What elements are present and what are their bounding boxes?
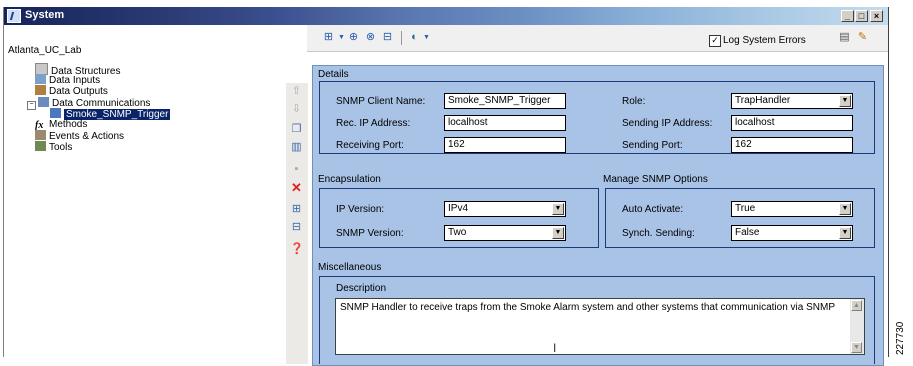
input-icon <box>35 74 46 84</box>
chevron-down-icon[interactable]: ▼ <box>839 95 851 107</box>
project-tree: Data Structures Data Inputs Data Outputs… <box>27 62 285 352</box>
close-button[interactable]: × <box>870 10 883 22</box>
system-window: System _ □ × Atlanta_UC_Lab ⊞ ▼ ⊕ ⊗ ⊟ ◐ … <box>3 7 889 366</box>
description-scrollbar[interactable]: ▲ ▼ <box>850 299 864 354</box>
tools-icon <box>35 141 46 151</box>
collapse-icon[interactable]: − <box>27 101 36 110</box>
toolbar: ⊞ ▼ ⊕ ⊗ ⊟ ◐ ▼ ✓ Log System Errors ▤ ✎ <box>307 25 888 52</box>
tree-item-data-outputs[interactable]: Data Outputs <box>35 85 108 97</box>
ip-version-dropdown[interactable]: IPv4 ▼ <box>444 201 566 217</box>
log-errors-checkbox[interactable]: ✓ <box>709 35 721 47</box>
scroll-down-icon[interactable]: ▼ <box>851 342 862 353</box>
description-label: Description <box>336 283 387 294</box>
rec-ip-label: Rec. IP Address: <box>336 118 411 129</box>
project-name: Atlanta_UC_Lab <box>8 45 82 56</box>
maximize-button[interactable]: □ <box>855 10 868 22</box>
rec-ip-field[interactable]: localhost <box>444 115 566 131</box>
network-icon <box>38 97 49 107</box>
recv-port-field[interactable]: 162 <box>444 137 566 153</box>
find-icon[interactable]: ▤ <box>838 31 851 44</box>
ip-version-label: IP Version: <box>336 204 385 215</box>
chevron-down-icon[interactable]: ▼ <box>552 203 564 215</box>
scroll-up-icon[interactable]: ▲ <box>851 300 862 311</box>
text-cursor-icon: I <box>553 341 557 355</box>
figure-id: 227730 <box>895 321 906 355</box>
client-name-field[interactable]: Smoke_SNMP_Trigger <box>444 93 566 109</box>
link-icon[interactable]: ⊗ <box>364 31 377 44</box>
ip-version-value: IPv4 <box>448 203 469 214</box>
encapsulation-box: IP Version: IPv4 ▼ SNMP Version: Two ▼ <box>319 188 599 248</box>
help-icon[interactable]: ❓ <box>290 243 304 256</box>
send-ip-label: Sending IP Address: <box>622 118 713 129</box>
encapsulation-section-title: Encapsulation <box>318 174 381 185</box>
details-panel: Details SNMP Client Name: Smoke_SNMP_Tri… <box>312 65 884 366</box>
recv-port-label: Receiving Port: <box>336 140 404 151</box>
manage-section-title: Manage SNMP Options <box>603 174 708 185</box>
auto-activate-label: Auto Activate: <box>622 204 684 215</box>
details-box: SNMP Client Name: Smoke_SNMP_Trigger Rol… <box>319 81 875 154</box>
paste-icon[interactable]: ▥ <box>290 141 303 154</box>
title-bar[interactable]: System _ □ × <box>4 7 888 25</box>
connect-icon[interactable]: ⊕ <box>347 31 360 44</box>
move-up-icon[interactable]: ⇧ <box>290 85 303 98</box>
manage-box: Auto Activate: True ▼ Synch. Sending: Fal… <box>605 188 875 248</box>
chevron-down-icon[interactable]: ▼ <box>552 227 564 239</box>
role-label: Role: <box>622 96 646 107</box>
snmp-version-value: Two <box>448 227 467 238</box>
output-icon <box>35 85 46 95</box>
synch-sending-dropdown[interactable]: False ▼ <box>731 225 853 241</box>
collapse-icon[interactable]: ⊟ <box>290 221 303 234</box>
expand-icon[interactable]: ⊞ <box>290 203 303 216</box>
cut-icon[interactable]: ▪ <box>290 163 303 176</box>
vertical-toolbar: ⇧ ⇩ ❐ ▥ ▪ ✕ ⊞ ⊟ ❓ <box>286 83 308 364</box>
role-dropdown[interactable]: TrapHandler ▼ <box>731 93 853 109</box>
snmp-icon <box>50 108 61 118</box>
delete-icon[interactable]: ✕ <box>290 181 303 194</box>
client-name-label: SNMP Client Name: <box>336 96 426 107</box>
auto-activate-dropdown[interactable]: True ▼ <box>731 201 853 217</box>
snmp-version-label: SNMP Version: <box>336 228 404 239</box>
snmp-version-dropdown[interactable]: Two ▼ <box>444 225 566 241</box>
move-down-icon[interactable]: ⇩ <box>290 103 303 116</box>
misc-section-title: Miscellaneous <box>318 262 382 273</box>
auto-activate-value: True <box>735 203 756 214</box>
send-ip-field[interactable]: localhost <box>731 115 853 131</box>
log-errors-label: Log System Errors <box>723 35 806 46</box>
toolbar-separator <box>401 31 402 45</box>
chevron-down-icon[interactable]: ▼ <box>839 227 851 239</box>
synch-sending-value: False <box>735 227 760 238</box>
app-icon <box>7 9 21 23</box>
edit-icon[interactable]: ✎ <box>856 31 869 44</box>
misc-box: Description SNMP Handler to receive trap… <box>319 276 875 364</box>
description-text: SNMP Handler to receive traps from the S… <box>340 302 835 313</box>
role-value: TrapHandler <box>735 95 791 106</box>
details-section-title: Details <box>318 69 349 80</box>
description-textarea[interactable]: SNMP Handler to receive traps from the S… <box>335 298 865 355</box>
network-icon[interactable]: ⊟ <box>381 31 394 44</box>
copy-icon[interactable]: ❐ <box>290 123 303 136</box>
chevron-down-icon[interactable]: ▼ <box>420 31 433 44</box>
send-port-field[interactable]: 162 <box>731 137 853 153</box>
send-port-label: Sending Port: <box>622 140 683 151</box>
chevron-down-icon[interactable]: ▼ <box>839 203 851 215</box>
tree-item-tools[interactable]: Tools <box>35 141 72 153</box>
events-icon <box>35 130 46 140</box>
add-icon[interactable]: ⊞ <box>322 31 335 44</box>
window-title: System <box>25 9 65 21</box>
synch-sending-label: Synch. Sending: <box>622 228 695 239</box>
minimize-button[interactable]: _ <box>841 10 854 22</box>
